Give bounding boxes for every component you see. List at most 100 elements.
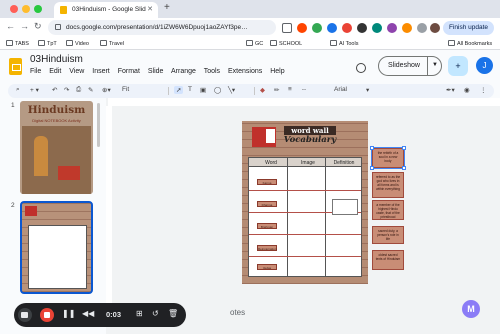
definition-card[interactable]: the rebirth of a soul in a new body	[371, 147, 405, 169]
empty-placeholder-box[interactable]	[332, 199, 358, 215]
reload-icon[interactable]: ↻	[34, 21, 42, 32]
maximize-window-icon[interactable]	[34, 5, 42, 13]
zoom-icon[interactable]: ⊕▾	[102, 86, 111, 94]
shape-icon[interactable]: ◯	[214, 86, 221, 94]
menu-help[interactable]: Help	[270, 68, 284, 75]
slides-logo-icon[interactable]	[9, 58, 22, 75]
border-color-icon[interactable]: ✏	[274, 86, 279, 94]
bookmark-gc[interactable]: GC	[246, 40, 263, 47]
extension-blue-icon[interactable]	[327, 23, 337, 33]
share-icon[interactable]: +	[448, 56, 468, 76]
profile-icon[interactable]	[430, 23, 440, 33]
pen-icon[interactable]: ✒▾	[446, 86, 455, 94]
chevron-down-icon[interactable]: ▼	[427, 57, 441, 75]
bookmark-ai-tools[interactable]: AI Tools	[330, 40, 358, 47]
site-info-icon[interactable]	[55, 24, 61, 30]
menu-format[interactable]: Format	[118, 68, 140, 75]
extensions-puzzle-icon[interactable]	[417, 23, 427, 33]
editing-toolbar: ⌕ + ▾ ↶ ↷ ⎙ ✎ ⊕▾ Fit ➚ T ▣ ◯ ╲▾ ◆ ✏ ≡ ┄ …	[8, 84, 494, 98]
word-label[interactable]: Vedas	[257, 264, 277, 270]
menu-tools[interactable]: Tools	[204, 68, 220, 75]
slide-thumbnail-1[interactable]: Hinduism Digital NOTEBOOK Activity	[20, 101, 93, 194]
border-dash-icon[interactable]: ┄	[302, 86, 306, 94]
resize-handle[interactable]	[370, 146, 374, 150]
resize-handle[interactable]	[402, 146, 406, 150]
url-field[interactable]: docs.google.com/presentation/d/1iZW6W6Dp…	[48, 20, 276, 35]
bookmark-star-icon[interactable]	[282, 23, 292, 33]
fill-color-icon[interactable]: ◆	[260, 86, 265, 94]
more-icon[interactable]: ⋮	[480, 86, 487, 94]
menu-file[interactable]: File	[30, 68, 41, 75]
image-icon[interactable]: ▣	[200, 86, 206, 94]
version-history-icon[interactable]	[356, 63, 366, 73]
new-slide-icon[interactable]: + ▾	[30, 86, 39, 94]
text-box-icon[interactable]: T	[188, 86, 192, 93]
word-label[interactable]: Karma	[257, 179, 277, 185]
menu-arrange[interactable]: Arrange	[171, 68, 196, 75]
back-icon[interactable]: ←	[6, 21, 15, 31]
extension-green-icon[interactable]	[312, 23, 322, 33]
menu-insert[interactable]: Insert	[92, 68, 110, 75]
line-icon[interactable]: ╲▾	[228, 86, 235, 94]
bookmark-school[interactable]: SCHOOL	[270, 40, 302, 47]
speaker-notes[interactable]: otes	[230, 308, 245, 317]
close-tab-icon[interactable]: ✕	[147, 5, 153, 13]
menu-view[interactable]: View	[69, 68, 84, 75]
filmstrip-scrollbar[interactable]	[97, 103, 100, 147]
extension-teal-icon[interactable]	[372, 23, 382, 33]
extension-purple-icon[interactable]	[387, 23, 397, 33]
extension-dark-icon[interactable]	[357, 23, 367, 33]
finish-update-button[interactable]: Finish update	[443, 21, 495, 35]
definition-card[interactable]: oldest sacred texts of Hinduism	[372, 250, 404, 270]
bookmark-tabs[interactable]: TABS	[6, 40, 29, 47]
extension-orange-icon[interactable]	[402, 23, 412, 33]
word-label[interactable]: Dharma	[257, 201, 277, 207]
zoom-select[interactable]: Fit	[122, 86, 129, 93]
all-bookmarks[interactable]: All Bookmarks	[448, 40, 492, 47]
font-select[interactable]: Arial	[334, 86, 347, 93]
document-title[interactable]: 03Hinduism	[30, 54, 83, 65]
rewind-icon[interactable]: ◀◀	[82, 309, 94, 318]
slide-thumbnail-2[interactable]	[20, 201, 93, 294]
minimize-window-icon[interactable]	[22, 5, 30, 13]
camera-icon[interactable]	[18, 308, 32, 322]
thumbnail-subtitle: Digital NOTEBOOK Activity	[32, 118, 81, 123]
select-tool-icon[interactable]: ➚	[174, 86, 184, 94]
resize-handle[interactable]	[370, 166, 374, 170]
bookmark-travel[interactable]: Travel	[100, 40, 124, 47]
search-menus-icon[interactable]: ⌕	[16, 86, 20, 94]
definition-card[interactable]: a member of the highest Hindu caste, tha…	[372, 200, 404, 220]
close-window-icon[interactable]	[10, 5, 18, 13]
font-chevron-icon[interactable]: ▾	[366, 86, 369, 94]
pause-icon[interactable]: ❚❚	[62, 309, 75, 318]
browser-tab[interactable]: 03Hinduism - Google Slid ✕	[54, 2, 158, 18]
menu-extensions[interactable]: Extensions	[228, 68, 262, 75]
border-weight-icon[interactable]: ≡	[288, 86, 292, 93]
slideshow-button[interactable]: Slideshow ▼	[378, 56, 442, 76]
assistant-icon[interactable]: M	[462, 300, 480, 318]
new-tab-button[interactable]: +	[164, 2, 170, 13]
extension-red-icon[interactable]	[342, 23, 352, 33]
grid-icon[interactable]: ⊞	[136, 309, 143, 318]
restart-icon[interactable]: ↺	[152, 309, 159, 318]
word-label[interactable]: Reincarnation	[257, 245, 277, 251]
redo-icon[interactable]: ↷	[64, 86, 69, 94]
undo-icon[interactable]: ↶	[52, 86, 57, 94]
word-label[interactable]: Brahman	[257, 223, 277, 229]
definition-card[interactable]: sacred duty, a person's role in life	[372, 226, 404, 244]
menu-edit[interactable]: Edit	[49, 68, 61, 75]
stop-recording-button[interactable]	[40, 308, 54, 322]
bookmark-video[interactable]: Video	[66, 40, 89, 47]
record-icon[interactable]: ◉	[464, 86, 470, 94]
avatar[interactable]: J	[476, 57, 493, 74]
print-icon[interactable]: ⎙	[76, 86, 81, 94]
paint-format-icon[interactable]: ✎	[88, 86, 93, 94]
bookmark-tpt[interactable]: TpT	[38, 40, 57, 47]
address-bar-row: ← → ↻ docs.google.com/presentation/d/1iZ…	[0, 18, 500, 38]
extension-reddit-icon[interactable]	[297, 23, 307, 33]
forward-icon[interactable]: →	[20, 21, 29, 31]
definition-card[interactable]: referred to as the god who lives in all …	[372, 172, 404, 198]
trash-icon[interactable]: 🗑	[168, 309, 178, 318]
resize-handle[interactable]	[402, 166, 406, 170]
menu-slide[interactable]: Slide	[148, 68, 164, 75]
